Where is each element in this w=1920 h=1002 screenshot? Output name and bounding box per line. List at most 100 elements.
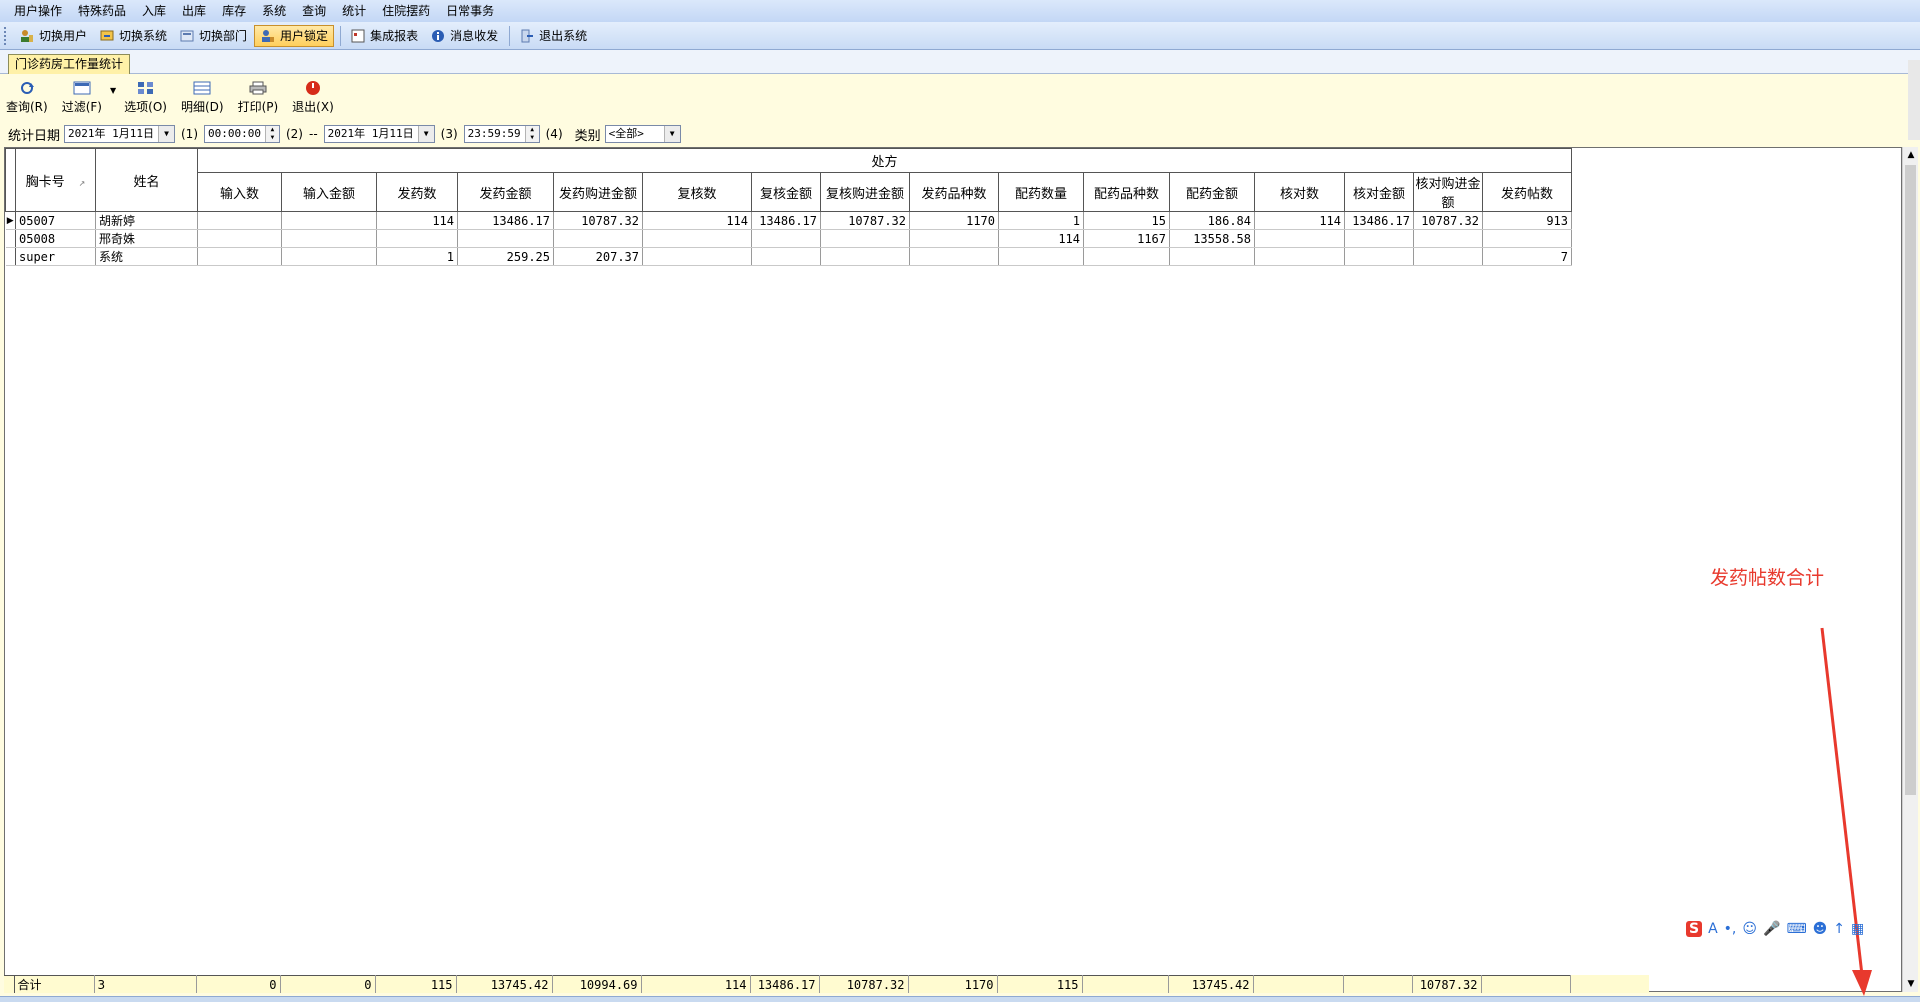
cell-card[interactable]: 05007 xyxy=(15,211,96,230)
table-cell[interactable]: 15 xyxy=(1083,211,1170,230)
panel-scrollbar[interactable] xyxy=(1908,60,1920,140)
column-header[interactable]: 核对购进金额 xyxy=(1413,172,1483,212)
column-header[interactable]: 发药帖数 xyxy=(1481,172,1573,212)
current-row-icon[interactable]: ▶ xyxy=(5,211,16,230)
table-cell[interactable] xyxy=(751,229,821,248)
ime-voice-icon[interactable]: 🎤 xyxy=(1763,921,1780,937)
table-cell[interactable] xyxy=(820,229,910,248)
time-to-input[interactable]: 23:59:59 ▲ ▼ xyxy=(463,125,540,143)
col-name-header[interactable]: 姓名 xyxy=(95,148,198,212)
cell-name[interactable]: 系统 xyxy=(95,247,198,266)
table-cell[interactable] xyxy=(281,229,377,248)
table-cell[interactable] xyxy=(197,211,282,230)
action-button-4[interactable]: 打印(P) xyxy=(238,80,278,118)
cell-card[interactable]: 05008 xyxy=(15,229,96,248)
table-row[interactable]: super 系统 1 259.25 207.37 7 xyxy=(5,247,1651,266)
toolbar-button-4[interactable]: 集成报表 xyxy=(345,25,423,47)
cell-card[interactable]: super xyxy=(15,247,96,266)
table-cell[interactable] xyxy=(820,247,910,266)
action-button-2[interactable]: 选项(O) xyxy=(124,80,167,118)
date-to-picker[interactable]: 2021年 1月11日 ▼ xyxy=(323,125,435,143)
scroll-down-icon[interactable]: ▼ xyxy=(1903,976,1919,992)
table-cell[interactable] xyxy=(457,229,554,248)
action-button-1[interactable]: 过滤(F) xyxy=(62,80,102,118)
table-cell[interactable] xyxy=(553,229,643,248)
ime-font-icon[interactable]: A xyxy=(1708,921,1718,937)
table-cell[interactable] xyxy=(909,247,999,266)
toolbar-button-3[interactable]: 用户锁定 xyxy=(254,24,335,47)
table-cell[interactable]: 186.84 xyxy=(1169,211,1255,230)
table-cell[interactable]: 114 xyxy=(376,211,458,230)
action-button-0[interactable]: 查询(R) xyxy=(6,80,48,118)
column-header[interactable]: 发药数 xyxy=(376,172,458,212)
column-header[interactable]: 复核购进金额 xyxy=(820,172,910,212)
table-cell[interactable] xyxy=(1344,229,1414,248)
chevron-down-icon[interactable]: ▼ xyxy=(158,126,174,142)
scroll-thumb[interactable] xyxy=(1905,165,1916,795)
toolbar-button-6[interactable]: 退出系统 xyxy=(514,25,592,47)
ime-punct-icon[interactable]: •, xyxy=(1724,921,1737,937)
table-cell[interactable]: 13486.17 xyxy=(1344,211,1414,230)
table-cell[interactable]: 1167 xyxy=(1083,229,1170,248)
table-cell[interactable]: 10787.32 xyxy=(1413,211,1483,230)
filter-dropdown-icon[interactable]: ▼ xyxy=(110,86,116,118)
table-cell[interactable]: 207.37 xyxy=(553,247,643,266)
category-select[interactable]: <全部> ▼ xyxy=(604,125,681,143)
ime-user-icon[interactable]: ☻ xyxy=(1813,921,1828,937)
chevron-down-icon[interactable]: ▼ xyxy=(417,126,434,142)
spin-icon[interactable]: ▲ ▼ xyxy=(264,126,279,142)
grid-vertical-scrollbar[interactable]: ▲ ▼ xyxy=(1902,147,1918,992)
ime-upload-icon[interactable]: ↑ xyxy=(1833,921,1845,937)
table-cell[interactable]: 1 xyxy=(376,247,458,266)
row-indicator[interactable] xyxy=(5,229,16,248)
column-header[interactable]: 输入数 xyxy=(197,172,282,212)
table-cell[interactable]: 13558.58 xyxy=(1169,229,1255,248)
column-header[interactable]: 复核数 xyxy=(642,172,752,212)
ime-logo-icon[interactable]: S xyxy=(1686,921,1703,937)
table-cell[interactable]: 10787.32 xyxy=(820,211,910,230)
menu-item-1[interactable]: 特殊药品 xyxy=(70,0,134,22)
column-header[interactable]: 发药购进金额 xyxy=(553,172,643,212)
scroll-up-icon[interactable]: ▲ xyxy=(1903,147,1919,163)
table-cell[interactable]: 114 xyxy=(1254,211,1345,230)
column-header[interactable]: 配药金额 xyxy=(1169,172,1255,212)
menu-item-0[interactable]: 用户操作 xyxy=(6,0,70,22)
time-from-input[interactable]: 00:00:00 ▲ ▼ xyxy=(204,125,280,143)
action-button-5[interactable]: 退出(X) xyxy=(292,80,334,118)
column-header[interactable]: 配药数量 xyxy=(998,172,1084,212)
col-card-header[interactable]: 胸卡号 ↗ xyxy=(15,148,96,212)
table-cell[interactable]: 114 xyxy=(998,229,1084,248)
table-cell[interactable] xyxy=(1413,229,1483,248)
table-row[interactable]: ▶ 05007 胡新婷 114 13486.17 10787.32 114 13486.17 1… xyxy=(5,211,1651,230)
table-cell[interactable]: 1 xyxy=(998,211,1084,230)
menu-item-7[interactable]: 统计 xyxy=(334,0,374,22)
table-cell[interactable]: 114 xyxy=(642,211,752,230)
table-cell[interactable] xyxy=(642,229,752,248)
table-cell[interactable] xyxy=(1413,247,1483,266)
table-cell[interactable] xyxy=(281,211,377,230)
table-cell[interactable] xyxy=(1169,247,1255,266)
column-header[interactable]: 发药品种数 xyxy=(909,172,999,212)
table-cell[interactable] xyxy=(281,247,377,266)
table-cell[interactable]: 259.25 xyxy=(457,247,554,266)
toolbar-grip[interactable] xyxy=(4,26,8,45)
menu-item-5[interactable]: 系统 xyxy=(254,0,294,22)
toolbar-button-5[interactable]: 消息收发 xyxy=(425,25,503,47)
ime-keyboard-icon[interactable]: ⌨ xyxy=(1786,921,1806,937)
table-cell[interactable] xyxy=(751,247,821,266)
menu-item-6[interactable]: 查询 xyxy=(294,0,334,22)
column-header[interactable]: 复核金额 xyxy=(751,172,821,212)
column-header[interactable]: 核对数 xyxy=(1254,172,1345,212)
cell-name[interactable]: 胡新婷 xyxy=(95,211,198,230)
cell-name[interactable]: 邢奇姝 xyxy=(95,229,198,248)
table-cell[interactable] xyxy=(197,247,282,266)
table-cell[interactable] xyxy=(1482,229,1573,248)
table-cell[interactable]: 913 xyxy=(1482,211,1573,230)
table-cell[interactable] xyxy=(1344,247,1414,266)
chevron-down-icon[interactable]: ▼ xyxy=(663,126,680,142)
column-header[interactable]: 核对金额 xyxy=(1344,172,1414,212)
table-cell[interactable]: 7 xyxy=(1482,247,1573,266)
ime-grid-icon[interactable]: ▦ xyxy=(1851,921,1864,937)
menu-item-8[interactable]: 住院摆药 xyxy=(374,0,438,22)
spin-icon[interactable]: ▲ ▼ xyxy=(524,126,539,142)
